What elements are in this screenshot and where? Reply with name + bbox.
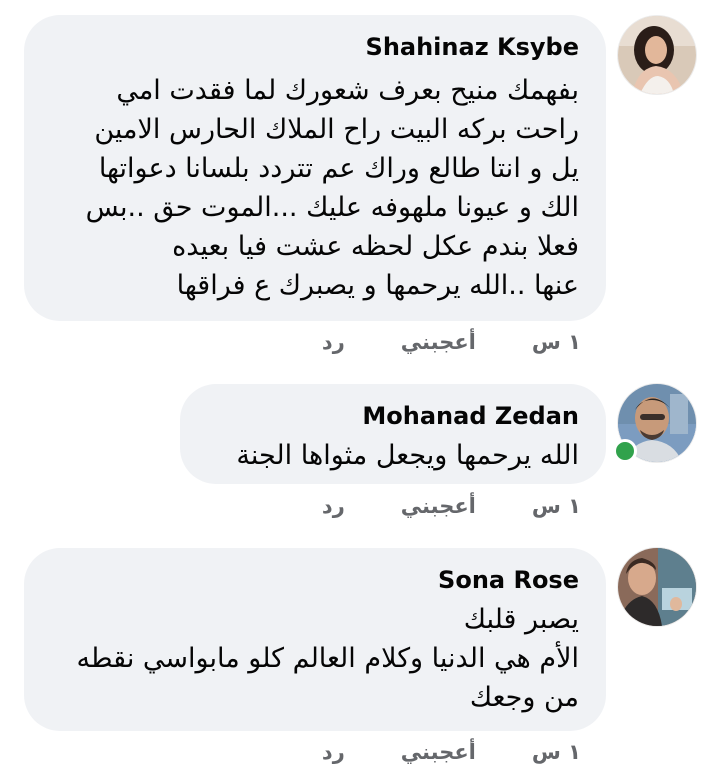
avatar[interactable] — [618, 548, 696, 626]
comment-actions: ١ س أعجبني رد — [322, 330, 581, 354]
reply-button[interactable]: رد — [322, 330, 345, 354]
comment-text-line: من وجعك — [469, 682, 579, 713]
author-name[interactable]: Sona Rose — [48, 565, 579, 595]
comment-actions: ١ س أعجبني رد — [322, 740, 581, 764]
comment-bubble: Shahinaz Ksybe بفهمك منيح بعرف شعورك لما… — [24, 15, 606, 321]
timestamp[interactable]: ١ س — [532, 494, 581, 518]
timestamp[interactable]: ١ س — [532, 330, 581, 354]
comment-actions: ١ س أعجبني رد — [322, 494, 581, 518]
comment-text-line: عنها ..الله يرحمها و يصبرك ع فراقها — [176, 270, 579, 301]
author-name[interactable]: Shahinaz Ksybe — [48, 32, 579, 62]
comment-bubble: Mohanad Zedan الله يرحمها ويجعل مثواها ا… — [180, 384, 606, 484]
like-button[interactable]: أعجبني — [401, 494, 476, 518]
reply-button[interactable]: رد — [322, 494, 345, 518]
comment-text-line: يصبر قلبك — [463, 604, 579, 635]
comment-text-line: يل و انتا طالع وراك عم تتردد بلسانا دعوا… — [98, 153, 579, 184]
avatar[interactable] — [618, 16, 696, 94]
like-button[interactable]: أعجبني — [401, 330, 476, 354]
comment-text-line: بفهمك منيح بعرف شعورك لما فقدت امي — [116, 75, 579, 106]
comment-bubble: Sona Rose يصبر قلبك الأم هي الدنيا وكلام… — [24, 548, 606, 731]
comment-text-line: الأم هي الدنيا وكلام العالم كلو مابواسي … — [76, 643, 579, 674]
comment-text-line: راحت بركه البيت راح الملاك الحارس الامين — [94, 114, 579, 145]
comment-text-line: الله يرحمها ويجعل مثواها الجنة — [236, 440, 579, 471]
reply-button[interactable]: رد — [322, 740, 345, 764]
comment-text-line: فعلا بندم عكل لحظه عشت فيا بعيده — [172, 231, 579, 262]
online-status-icon — [613, 439, 637, 463]
timestamp[interactable]: ١ س — [532, 740, 581, 764]
like-button[interactable]: أعجبني — [401, 740, 476, 764]
comment-text-line: الك و عيونا ملهوفه عليك ...الموت حق ..بس — [85, 192, 579, 223]
author-name[interactable]: Mohanad Zedan — [204, 401, 579, 431]
